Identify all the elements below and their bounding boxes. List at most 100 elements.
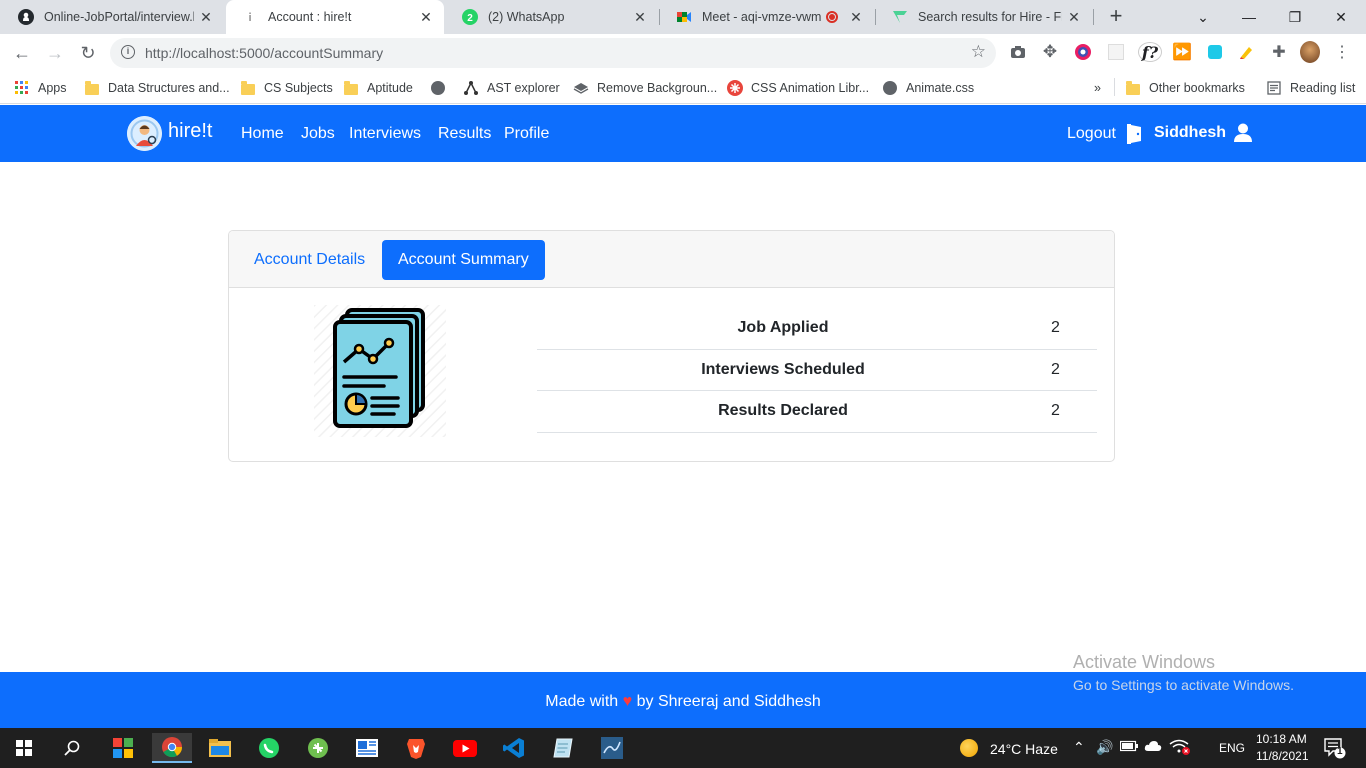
close-tab-icon[interactable]: ✕ [414, 9, 438, 26]
back-button[interactable]: ← [8, 39, 36, 67]
browser-menu-icon[interactable]: ⋮ [1332, 42, 1352, 62]
minimize-button[interactable]: — [1226, 0, 1272, 34]
forward-button[interactable]: → [41, 39, 69, 67]
restore-button[interactable]: ❐ [1272, 0, 1318, 34]
stats-table: Job Applied 2 Interviews Scheduled 2 Res… [537, 308, 1097, 433]
browser-tab-flaticon[interactable]: Search results for Hire - Flat ✕ [876, 0, 1092, 34]
font-inspector-icon[interactable]: f? [1138, 42, 1162, 62]
user-icon[interactable] [1234, 123, 1252, 143]
bookmark-other-bookmarks[interactable]: Other bookmarks [1125, 78, 1245, 98]
wifi-disconnected-icon[interactable] [1169, 739, 1191, 758]
youtube-icon[interactable] [445, 733, 485, 763]
bookmark-remove-background[interactable]: Remove Backgroun... [573, 78, 717, 98]
weather-text[interactable]: 24°C Haze [990, 741, 1058, 757]
tab-account-summary[interactable]: Account Summary [382, 240, 545, 280]
close-tab-icon[interactable]: ✕ [844, 9, 868, 26]
vscode-icon[interactable] [494, 733, 534, 763]
address-bar[interactable]: i http://localhost:5000/accountSummary ☆ [110, 38, 996, 68]
css-anim-icon [727, 80, 743, 96]
heart-icon: ♥ [622, 693, 633, 710]
more-bookmarks-chevron[interactable]: » [1094, 78, 1101, 98]
app-circle-icon[interactable] [298, 733, 338, 763]
clock-time[interactable]: 10:18 AM [1256, 732, 1307, 746]
brave-icon[interactable] [396, 733, 436, 763]
tab-search-chevron-icon[interactable]: ⌄ [1180, 0, 1226, 34]
folder-icon [1125, 80, 1141, 96]
color-picker-icon[interactable] [1073, 42, 1093, 62]
url-text[interactable]: http://localhost:5000/accountSummary [145, 45, 383, 61]
browser-tab-github[interactable]: Online-JobPortal/interview.h ✕ [2, 0, 224, 34]
close-tab-icon[interactable]: ✕ [194, 9, 218, 26]
report-illustration-icon [314, 305, 446, 437]
nav-interviews[interactable]: Interviews [349, 125, 421, 143]
news-app-icon[interactable] [347, 733, 387, 763]
bookmark-aptitude[interactable]: Aptitude [343, 78, 413, 98]
door-exit-icon[interactable] [1127, 124, 1143, 144]
search-icon[interactable] [52, 733, 92, 763]
bookmark-globe[interactable] [430, 78, 454, 98]
globe-icon [430, 80, 446, 96]
browser-tab-meet[interactable]: Meet - aqi-vmze-vwm ✕ [660, 0, 874, 34]
reload-button[interactable]: ↻ [74, 39, 102, 67]
brand-logo[interactable] [127, 116, 162, 151]
whatsapp-icon[interactable] [249, 733, 289, 763]
highlighter-icon[interactable] [1236, 42, 1256, 62]
nav-jobs[interactable]: Jobs [301, 125, 335, 143]
notification-count: 1 [1337, 746, 1343, 757]
file-explorer-icon[interactable] [200, 733, 240, 763]
extensions-puzzle-icon[interactable]: ✚ [1269, 42, 1289, 62]
battery-icon[interactable] [1119, 740, 1138, 755]
bookmark-cs-subjects[interactable]: CS Subjects [240, 78, 333, 98]
windows-start-icon[interactable] [4, 733, 44, 763]
bookmarks-bar: Apps Data Structures and... CS Subjects … [0, 72, 1366, 104]
bookmark-animate-css[interactable]: Animate.css [882, 78, 974, 98]
nav-home[interactable]: Home [241, 125, 284, 143]
tab-separator [1093, 9, 1094, 25]
browser-tab-strip: Online-JobPortal/interview.h ✕ ⅰ Account… [0, 0, 1366, 34]
stat-value-job-applied: 2 [1051, 319, 1060, 336]
screenshot-extension-icon[interactable] [1205, 42, 1225, 62]
browser-tab-account[interactable]: ⅰ Account : hire!t ✕ [226, 0, 444, 34]
chrome-icon[interactable] [152, 733, 192, 763]
new-tab-button[interactable]: + [1103, 4, 1129, 30]
close-window-button[interactable]: ✕ [1318, 0, 1364, 34]
language-indicator[interactable]: ENG [1219, 741, 1245, 755]
activate-windows-subtitle: Go to Settings to activate Windows. [1073, 677, 1294, 693]
close-tab-icon[interactable]: ✕ [628, 9, 652, 26]
meet-icon [676, 9, 692, 25]
blank-extension-icon[interactable] [1106, 42, 1126, 62]
bookmark-star-icon[interactable]: ☆ [971, 42, 986, 62]
nav-profile[interactable]: Profile [504, 125, 549, 143]
clock-date[interactable]: 11/8/2021 [1256, 749, 1309, 763]
fast-forward-icon[interactable]: ⏩ [1172, 42, 1192, 62]
logout-link[interactable]: Logout [1067, 125, 1116, 143]
page-icon: ⅰ [248, 11, 252, 24]
info-icon[interactable]: i [121, 45, 135, 59]
table-row: Interviews Scheduled 2 [537, 350, 1097, 391]
close-tab-icon[interactable]: ✕ [1062, 9, 1086, 26]
notepad-icon[interactable] [543, 733, 583, 763]
brand-name[interactable]: hire!t [168, 120, 212, 143]
move-icon[interactable]: ✥ [1040, 42, 1060, 62]
bookmark-data-structures[interactable]: Data Structures and... [84, 78, 230, 98]
sql-workbench-icon[interactable] [592, 733, 632, 763]
colorful-app-icon[interactable] [103, 733, 143, 763]
nav-results[interactable]: Results [438, 125, 491, 143]
bookmark-ast-explorer[interactable]: AST explorer [463, 78, 560, 98]
bookmark-apps[interactable]: Apps [14, 78, 67, 98]
site-navbar: hire!t Home Jobs Interviews Results Prof… [0, 105, 1366, 162]
browser-tab-whatsapp[interactable]: 2 (2) WhatsApp ✕ [446, 0, 658, 34]
tab-account-details[interactable]: Account Details [238, 240, 381, 280]
camera-icon[interactable] [1008, 42, 1028, 62]
weather-icon[interactable] [960, 739, 978, 757]
tray-chevron-up-icon[interactable]: ⌃ [1073, 739, 1085, 756]
cloud-icon[interactable] [1144, 740, 1162, 755]
bookmark-reading-list[interactable]: Reading list [1266, 78, 1355, 98]
profile-avatar[interactable] [1300, 41, 1320, 63]
folder-icon [343, 80, 359, 96]
recording-icon [826, 11, 838, 23]
bookmark-css-animation[interactable]: CSS Animation Libr... [727, 78, 869, 98]
username-label[interactable]: Siddhesh [1154, 124, 1226, 142]
volume-icon[interactable]: 🔊 [1096, 739, 1113, 756]
bookmarks-divider [1114, 78, 1115, 96]
